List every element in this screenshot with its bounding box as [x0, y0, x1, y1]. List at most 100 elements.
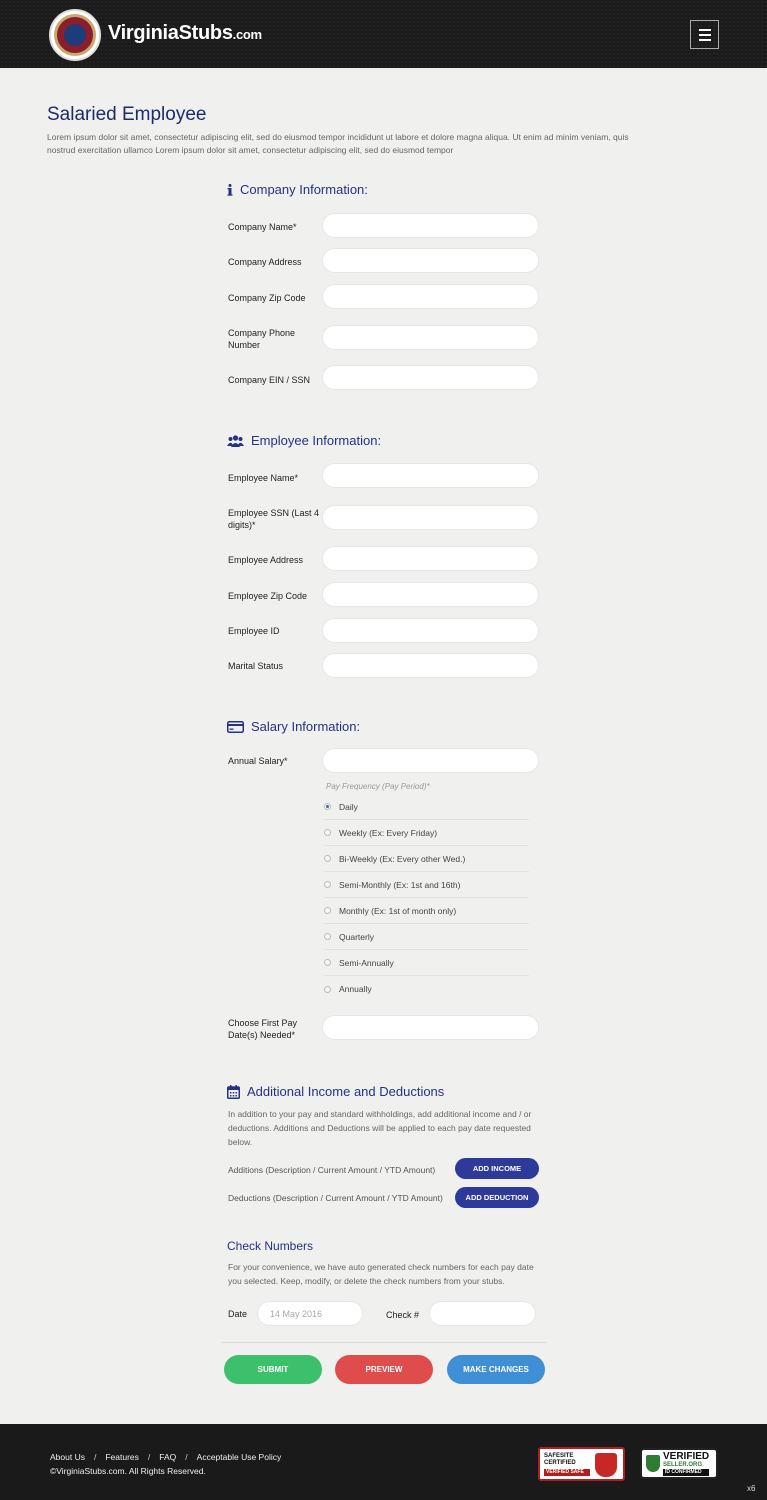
- radio-label: Semi-Monthly (Ex: 1st and 16th): [339, 879, 461, 890]
- add-income-button[interactable]: ADD INCOME: [455, 1158, 539, 1179]
- brand-logo-text[interactable]: VirginiaStubs.com: [108, 22, 262, 45]
- badge-text: VERIFIED: [663, 1450, 710, 1462]
- footer-nav: About Us / Features / FAQ / Acceptable U…: [50, 1452, 281, 1462]
- menu-bar-icon: [698, 33, 711, 36]
- info-icon: [227, 183, 233, 196]
- brand-suffix: .com: [232, 27, 262, 42]
- footer-separator: /: [93, 1452, 97, 1462]
- employee-name-input[interactable]: [322, 463, 539, 488]
- pay-frequency-option[interactable]: Semi-Monthly (Ex: 1st and 16th): [324, 872, 529, 898]
- annual-salary-label: Annual Salary*: [228, 756, 288, 766]
- first-pay-date-input[interactable]: [322, 1015, 539, 1040]
- pay-frequency-option[interactable]: Bi-Weekly (Ex: Every other Wed.): [324, 846, 529, 872]
- badge-subtext: ID CONFIRMED: [663, 1468, 710, 1476]
- submit-button[interactable]: SUBMIT: [224, 1355, 322, 1384]
- company-name-input[interactable]: [322, 213, 539, 238]
- annual-salary-input[interactable]: [322, 748, 539, 773]
- brand-name: VirginiaStubs: [108, 22, 233, 44]
- pay-frequency-option[interactable]: Annually: [324, 976, 529, 1002]
- radio-icon[interactable]: [324, 933, 331, 940]
- company-address-input[interactable]: [322, 248, 539, 273]
- footer-link-faq[interactable]: FAQ: [159, 1452, 176, 1462]
- company-phone-input[interactable]: [322, 325, 539, 350]
- company-ein-label: Company EIN / SSN: [228, 375, 311, 385]
- virginia-seal-logo[interactable]: [49, 9, 101, 61]
- employee-id-label: Employee ID: [228, 626, 280, 636]
- additional-section-heading: Additional Income and Deductions: [227, 1084, 444, 1099]
- marital-status-input[interactable]: [322, 653, 539, 678]
- menu-bar-icon: [698, 28, 711, 31]
- pay-frequency-option[interactable]: Monthly (Ex: 1st of month only): [324, 898, 529, 924]
- employee-section-heading: Employee Information:: [227, 433, 381, 448]
- radio-label: Bi-Weekly (Ex: Every other Wed.): [339, 853, 466, 864]
- menu-bar-icon: [698, 38, 711, 41]
- pay-frequency-option[interactable]: Weekly (Ex: Every Friday): [324, 820, 529, 846]
- footer-link-about[interactable]: About Us: [50, 1452, 85, 1462]
- radio-label: Daily: [339, 801, 358, 812]
- preview-button[interactable]: PREVIEW: [335, 1355, 433, 1384]
- check-date-input[interactable]: [257, 1301, 363, 1326]
- check-number-label: Check #: [386, 1310, 420, 1320]
- radio-icon[interactable]: [324, 881, 331, 888]
- verified-seller-badge[interactable]: VERIFIED SELLER.ORG ID CONFIRMED: [640, 1448, 718, 1479]
- radio-label: Monthly (Ex: 1st of month only): [339, 905, 457, 916]
- safesite-badge[interactable]: SAFESITE CERTIFIED VERIFIED SAFE: [538, 1447, 625, 1481]
- credit-card-icon: [227, 720, 244, 733]
- pay-frequency-option[interactable]: Quarterly: [324, 924, 529, 950]
- radio-label: Annually: [339, 984, 372, 994]
- radio-icon[interactable]: [324, 907, 331, 914]
- badge-text: CERTIFIED: [544, 1459, 576, 1466]
- users-icon: [227, 434, 244, 447]
- radio-label: Semi-Annually: [339, 957, 394, 968]
- company-zip-input[interactable]: [322, 284, 539, 309]
- company-name-label: Company Name*: [228, 222, 297, 232]
- radio-icon[interactable]: [324, 855, 331, 862]
- deductions-label: Deductions (Description / Current Amount…: [228, 1193, 443, 1203]
- check-numbers-heading: Check Numbers: [227, 1239, 314, 1253]
- company-section-heading: Company Information:: [227, 182, 368, 197]
- company-address-label: Company Address: [228, 257, 302, 267]
- lock-icon: [595, 1453, 617, 1477]
- company-ein-input[interactable]: [322, 365, 539, 390]
- shield-icon: [646, 1455, 660, 1472]
- employee-address-label: Employee Address: [228, 555, 304, 565]
- footer-link-features[interactable]: Features: [105, 1452, 139, 1462]
- employee-ssn-label: Employee SSN (Last 4 digits)*: [228, 508, 320, 530]
- employee-zip-label: Employee Zip Code: [228, 591, 308, 601]
- radio-label: Weekly (Ex: Every Friday): [339, 827, 438, 838]
- badge-text: SELLER.ORG: [663, 1461, 703, 1468]
- badge-subtext: VERIFIED SAFE: [544, 1468, 590, 1476]
- check-numbers-description: For your convenience, we have auto gener…: [228, 1262, 534, 1286]
- employee-heading-text: Employee Information:: [251, 433, 382, 448]
- employee-ssn-input[interactable]: [322, 505, 539, 530]
- employee-name-label: Employee Name*: [228, 473, 299, 483]
- employee-id-input[interactable]: [322, 618, 539, 643]
- company-phone-label: Company Phone Number: [228, 328, 296, 350]
- first-pay-date-label: Choose First Pay Date(s) Needed*: [228, 1018, 298, 1040]
- page-intro: Lorem ipsum dolor sit amet, consectetur …: [47, 132, 629, 155]
- pay-frequency-label: Pay Frequency (Pay Period)*: [326, 782, 430, 791]
- radio-icon[interactable]: [324, 959, 331, 966]
- pay-frequency-option[interactable]: Semi-Annually: [324, 950, 529, 976]
- calendar-icon: [227, 1084, 240, 1099]
- add-deduction-button[interactable]: ADD DEDUCTION: [455, 1187, 539, 1208]
- pay-frequency-option[interactable]: Daily: [324, 794, 529, 820]
- salary-section-heading: Salary Information:: [227, 719, 360, 734]
- scale-note: x6: [747, 1484, 756, 1493]
- check-number-input[interactable]: [429, 1301, 536, 1326]
- badge-text: SAFESITE: [544, 1452, 574, 1459]
- check-date-label: Date: [228, 1309, 248, 1319]
- salary-heading-text: Salary Information:: [251, 719, 361, 734]
- radio-selected-icon[interactable]: [324, 803, 331, 810]
- hamburger-menu-button[interactable]: [690, 20, 719, 49]
- footer-link-aup[interactable]: Acceptable Use Policy: [197, 1452, 282, 1462]
- make-changes-button[interactable]: MAKE CHANGES: [447, 1355, 545, 1384]
- radio-icon[interactable]: [324, 829, 331, 836]
- radio-icon[interactable]: [324, 985, 331, 993]
- marital-status-label: Marital Status: [228, 661, 284, 671]
- company-heading-text: Company Information:: [240, 182, 368, 197]
- company-zip-label: Company Zip Code: [228, 293, 306, 303]
- employee-address-input[interactable]: [322, 546, 539, 571]
- employee-zip-input[interactable]: [322, 582, 539, 607]
- radio-label: Quarterly: [339, 931, 374, 942]
